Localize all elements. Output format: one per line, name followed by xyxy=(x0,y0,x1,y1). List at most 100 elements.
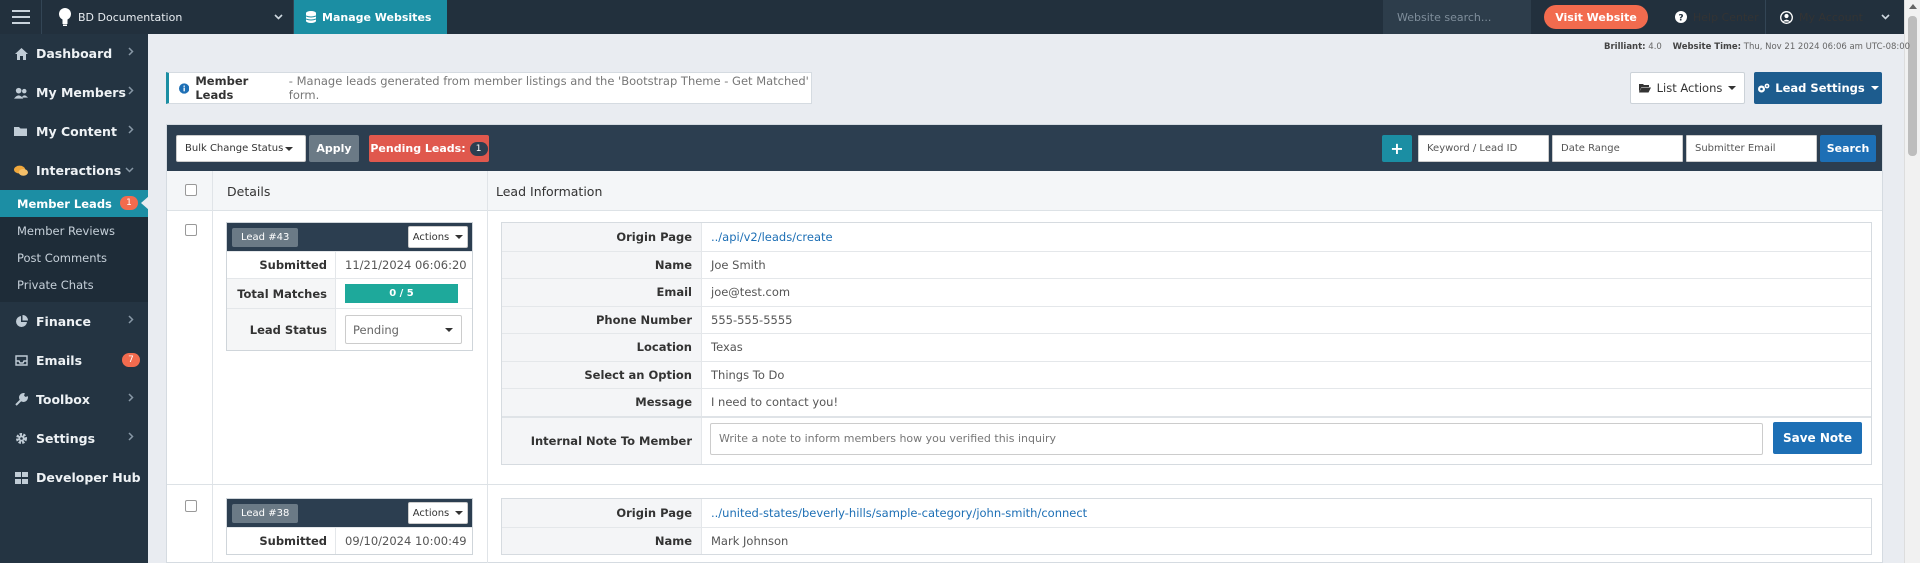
origin-page-link[interactable]: ../united-states/beverly-hills/sample-ca… xyxy=(702,499,1871,527)
submitted-label: Submitted xyxy=(227,252,336,278)
lead-info-value: Joe Smith xyxy=(711,257,766,272)
pie-chart-icon xyxy=(14,315,28,329)
internal-note-input[interactable] xyxy=(710,422,1763,455)
brilliant-label: Brilliant: xyxy=(1604,42,1646,52)
sidebar-item-my-members[interactable]: My Members xyxy=(0,73,148,112)
sidebar-item-label: Emails xyxy=(36,353,83,368)
lead-info-key: Name xyxy=(502,527,702,554)
sidebar-item-label: Interactions xyxy=(36,163,122,178)
submitted-value: 11/21/2024 06:06:20 xyxy=(345,258,467,272)
page-scrollbar[interactable] xyxy=(1904,0,1920,563)
sidebar-item-settings[interactable]: Settings xyxy=(0,419,148,458)
lead-info-row: Select an Option Things To Do xyxy=(502,360,1871,388)
sidebar-item-emails[interactable]: Emails 7 xyxy=(0,341,148,380)
wrench-icon xyxy=(14,393,28,407)
user-circle-icon xyxy=(1780,10,1793,24)
sidebar-item-interactions[interactable]: Interactions xyxy=(0,151,148,190)
pending-leads-label: Pending Leads: xyxy=(370,142,466,155)
submitted-label: Submitted xyxy=(227,528,336,554)
chevron-right-icon xyxy=(128,432,134,441)
lead-info-value: I need to contact you! xyxy=(711,395,839,410)
sidebar-item-developer-hub[interactable]: Developer Hub xyxy=(0,458,148,497)
bulk-change-status-select[interactable]: Bulk Change Status xyxy=(176,135,306,162)
info-circle-icon xyxy=(179,82,190,94)
website-meta-info: Brilliant: 4.0 Website Time: Thu, Nov 21… xyxy=(1604,42,1910,52)
chevron-right-icon xyxy=(128,315,134,324)
manage-websites-label: Manage Websites xyxy=(322,10,432,24)
submitted-value: 09/10/2024 10:00:49 xyxy=(345,534,467,548)
lead-info-row: Name Mark Johnson xyxy=(502,526,1871,554)
date-range-input[interactable] xyxy=(1552,135,1683,162)
lead-row-checkbox[interactable] xyxy=(185,224,197,236)
sidebar-item-member-leads[interactable]: Member Leads 1 xyxy=(0,190,149,217)
site-switcher[interactable]: BD Documentation xyxy=(42,0,294,34)
lead-actions-label: Actions xyxy=(412,507,450,519)
comments-icon xyxy=(14,164,28,178)
submitter-email-input[interactable] xyxy=(1686,135,1817,162)
keyword-lead-id-input[interactable] xyxy=(1418,135,1549,162)
sidebar-item-label: Member Leads xyxy=(17,196,112,211)
sidebar-item-post-comments[interactable]: Post Comments xyxy=(0,244,148,271)
origin-page-link[interactable]: ../api/v2/leads/create xyxy=(702,223,1871,251)
page-title: Member Leads xyxy=(195,74,249,102)
internal-note-row: Internal Note To Member Save Note xyxy=(502,415,1871,464)
lead-actions-button[interactable]: Actions xyxy=(408,226,468,248)
lead-row-checkbox[interactable] xyxy=(185,500,197,512)
submitted-row: Submitted 09/10/2024 10:00:49 xyxy=(227,527,472,554)
lead-settings-button[interactable]: Lead Settings xyxy=(1754,72,1882,104)
sidebar-item-member-reviews[interactable]: Member Reviews xyxy=(0,217,148,244)
sidebar-item-my-content[interactable]: My Content xyxy=(0,112,148,151)
lead-info-key: Message xyxy=(502,389,702,416)
lead-summary-card: Lead #38 Actions Submitted 09/10/2024 10… xyxy=(226,498,473,555)
sidebar-item-finance[interactable]: Finance xyxy=(0,302,148,341)
scroll-up-arrow[interactable] xyxy=(1909,4,1917,9)
lead-info-key: Location xyxy=(502,334,702,361)
add-lead-button[interactable]: + xyxy=(1382,135,1412,162)
sidebar-item-label: Private Chats xyxy=(17,277,94,292)
sidebar: Dashboard My Members My Content Interact… xyxy=(0,34,149,563)
lead-info-row: Origin Page ../united-states/beverly-hill… xyxy=(502,499,1871,527)
manage-websites-button[interactable]: Manage Websites xyxy=(294,0,448,34)
question-circle-icon: ? xyxy=(1675,11,1687,23)
sidebar-item-private-chats[interactable]: Private Chats xyxy=(0,271,148,298)
list-actions-label: List Actions xyxy=(1656,81,1723,95)
help-center-link[interactable]: ? Help Center xyxy=(1675,0,1759,34)
lead-status-label: Lead Status xyxy=(227,309,336,350)
leads-panel: Bulk Change Status Apply Pending Leads: … xyxy=(166,124,1883,563)
visit-website-button[interactable]: Visit Website xyxy=(1544,5,1648,29)
lead-info-key: Email xyxy=(502,279,702,306)
cogs-icon xyxy=(1758,83,1770,92)
lead-info-value: joe@test.com xyxy=(711,285,791,300)
interactions-submenu: Member Leads 1 Member Reviews Post Comme… xyxy=(0,190,149,302)
website-time-label: Website Time: xyxy=(1672,42,1742,52)
lead-actions-label: Actions xyxy=(412,231,450,243)
lead-info-key: Origin Page xyxy=(502,223,702,251)
lead-status-select[interactable]: Pending xyxy=(345,315,462,344)
scroll-thumb[interactable] xyxy=(1908,16,1917,156)
search-button[interactable]: Search xyxy=(1820,135,1876,162)
sidebar-item-label: My Members xyxy=(36,85,126,100)
lead-id-badge: Lead #43 xyxy=(232,228,299,247)
total-matches-bar: 0 / 5 xyxy=(345,284,458,303)
save-note-button[interactable]: Save Note xyxy=(1773,421,1862,454)
users-icon xyxy=(14,86,28,100)
submitted-row: Submitted 11/21/2024 06:06:20 xyxy=(227,251,472,278)
sidebar-item-toolbox[interactable]: Toolbox xyxy=(0,380,148,419)
website-search-box xyxy=(1383,0,1531,34)
lead-actions-button[interactable]: Actions xyxy=(408,502,468,524)
my-account-menu[interactable]: My Account xyxy=(1765,0,1904,34)
menu-toggle-button[interactable] xyxy=(0,0,42,34)
lead-info-row: Location Texas xyxy=(502,333,1871,361)
select-all-checkbox[interactable] xyxy=(185,184,197,196)
list-actions-button[interactable]: List Actions xyxy=(1630,72,1745,104)
brilliant-version: 4.0 xyxy=(1648,42,1662,52)
lead-information-table: Origin Page ../united-states/beverly-hill… xyxy=(501,498,1872,555)
website-search-input[interactable] xyxy=(1383,10,1531,24)
leads-toolbar: Bulk Change Status Apply Pending Leads: … xyxy=(167,125,1882,171)
apply-button[interactable]: Apply xyxy=(309,135,359,162)
lead-info-row: Origin Page ../api/v2/leads/create xyxy=(502,223,1871,251)
page-info-notice: Member Leads - Manage leads generated fr… xyxy=(166,72,812,104)
sidebar-item-dashboard[interactable]: Dashboard xyxy=(0,34,148,73)
pending-leads-button[interactable]: Pending Leads: 1 xyxy=(369,135,489,162)
lead-information-table: Origin Page ../api/v2/leads/create Name Joe… xyxy=(501,222,1872,465)
